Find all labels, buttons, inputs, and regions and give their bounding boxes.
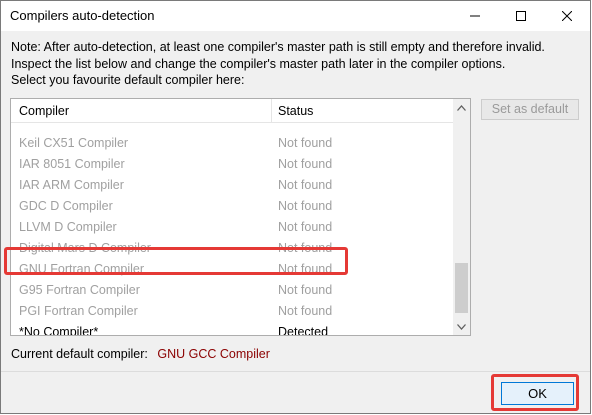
compiler-status: Not found <box>278 178 333 192</box>
compiler-status: Not found <box>278 283 333 297</box>
compiler-name: IAR ARM Compiler <box>19 178 124 192</box>
list-item[interactable]: IAR ARM Compiler Not found <box>11 175 454 196</box>
divider <box>1 371 590 372</box>
compiler-name: G95 Fortran Compiler <box>19 283 140 297</box>
highlight-ok-button <box>491 374 579 411</box>
current-default-value: GNU GCC Compiler <box>157 347 270 361</box>
compiler-status: Not found <box>278 199 333 213</box>
compiler-status: Detected <box>278 325 329 336</box>
compiler-status: Not found <box>278 220 333 234</box>
chevron-up-icon <box>457 104 466 111</box>
highlight-gnu-fortran-row <box>4 247 348 275</box>
compiler-status: Not found <box>278 136 333 150</box>
compiler-name: PGI Fortran Compiler <box>19 304 138 318</box>
compiler-name: *No Compiler* <box>19 325 99 336</box>
list-item[interactable]: G95 Fortran Compiler Not found <box>11 280 454 301</box>
window-title: Compilers auto-detection <box>10 8 155 23</box>
list-rows: Keil CX51 Compiler Not found IAR 8051 Co… <box>11 124 454 336</box>
close-icon <box>562 11 572 21</box>
note-line: Inspect the list below and change the co… <box>11 56 506 71</box>
compilers-auto-detection-dialog: Compilers auto-detection Note: After aut… <box>0 0 591 414</box>
minimize-icon <box>470 15 480 17</box>
set-as-default-button[interactable]: Set as default <box>481 99 579 120</box>
chevron-down-icon <box>457 323 466 330</box>
maximize-icon <box>516 11 526 21</box>
minimize-button[interactable] <box>452 1 498 31</box>
list-item[interactable]: GDC D Compiler Not found <box>11 196 454 217</box>
current-default-compiler: Current default compiler: GNU GCC Compil… <box>11 347 270 361</box>
list-item[interactable]: Keil CX51 Compiler Not found <box>11 133 454 154</box>
column-header-status[interactable]: Status <box>271 99 454 122</box>
compiler-name: GDC D Compiler <box>19 199 113 213</box>
list-item[interactable] <box>11 124 454 133</box>
compiler-name: IAR 8051 Compiler <box>19 157 125 171</box>
compiler-list[interactable]: Compiler Status Keil CX51 Compiler Not f… <box>10 98 471 336</box>
scroll-up-button[interactable] <box>453 99 470 116</box>
maximize-button[interactable] <box>498 1 544 31</box>
list-item[interactable]: *No Compiler* Detected <box>11 322 454 336</box>
scroll-thumb[interactable] <box>455 263 468 313</box>
note-text: Note: After auto-detection, at least one… <box>11 39 586 89</box>
title-bar: Compilers auto-detection <box>1 1 590 31</box>
note-line: Select you favourite default compiler he… <box>11 73 245 87</box>
close-button[interactable] <box>544 1 590 31</box>
list-scrollbar[interactable] <box>453 99 470 335</box>
compiler-name: Keil CX51 Compiler <box>19 136 129 150</box>
current-default-label: Current default compiler: <box>11 347 148 361</box>
list-header: Compiler Status <box>11 99 454 123</box>
list-item[interactable]: IAR 8051 Compiler Not found <box>11 154 454 175</box>
compiler-status: Not found <box>278 304 333 318</box>
compiler-name: LLVM D Compiler <box>19 220 117 234</box>
scroll-down-button[interactable] <box>453 318 470 335</box>
note-line: Note: After auto-detection, at least one… <box>11 40 545 54</box>
compiler-status: Not found <box>278 157 333 171</box>
column-header-compiler[interactable]: Compiler <box>11 99 271 122</box>
list-item[interactable]: PGI Fortran Compiler Not found <box>11 301 454 322</box>
list-item[interactable]: LLVM D Compiler Not found <box>11 217 454 238</box>
